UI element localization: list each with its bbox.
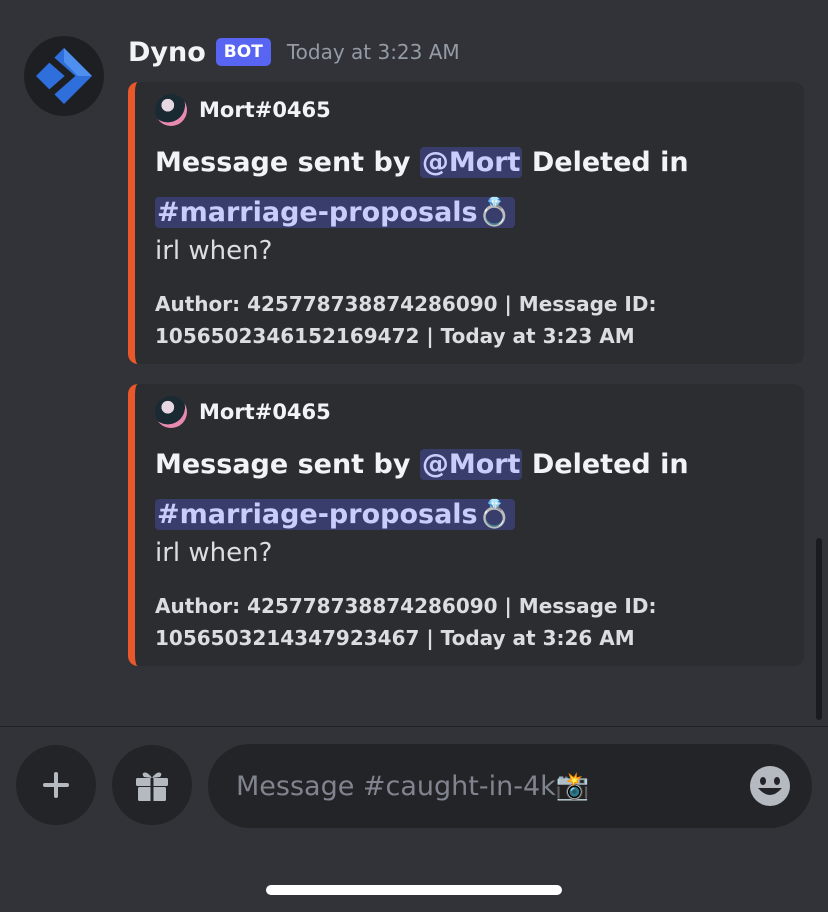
channel-mention[interactable]: #marriage-proposals💍 <box>155 499 516 530</box>
channel-mention[interactable]: #marriage-proposals💍 <box>155 197 516 228</box>
message-input[interactable]: Message #caught-in-4k📸 <box>208 744 812 828</box>
embed-title: Message sent by @Mort Deleted in #marria… <box>155 138 795 238</box>
embed-footer: Author: 425778738874286090 | Message ID:… <box>155 288 715 352</box>
footer-line: Author: 425778738874286090 | Message ID: <box>155 594 657 618</box>
embed-card: Mort#0465 Message sent by @Mort Deleted … <box>128 82 804 364</box>
embed-card: Mort#0465 Message sent by @Mort Deleted … <box>128 384 804 666</box>
message-header: Dyno BOT Today at 3:23 AM <box>128 32 460 72</box>
title-prefix: Message sent by <box>155 147 420 178</box>
embed-footer: Author: 425778738874286090 | Message ID:… <box>155 590 715 654</box>
emoji-icon[interactable] <box>748 764 792 808</box>
input-placeholder: Message #caught-in-4k📸 <box>236 771 590 802</box>
embed-author: Mort#0465 <box>155 396 331 428</box>
message-timestamp: Today at 3:23 AM <box>286 40 460 64</box>
embed-author: Mort#0465 <box>155 94 331 126</box>
author-avatar <box>155 396 187 428</box>
author-name: Mort#0465 <box>199 98 331 122</box>
footer-line: Author: 425778738874286090 | Message ID: <box>155 292 657 316</box>
title-middle: Deleted in <box>522 449 689 480</box>
embed-description: irl when? <box>155 538 273 568</box>
footer-line: 1056502346152169472 | Today at 3:23 AM <box>155 324 635 348</box>
gift-icon <box>136 772 168 801</box>
message-composer: Message #caught-in-4k📸 <box>0 727 828 912</box>
user-mention[interactable]: @Mort <box>419 147 523 178</box>
title-prefix: Message sent by <box>155 449 420 480</box>
author-name: Mort#0465 <box>199 400 331 424</box>
dyno-avatar[interactable] <box>24 36 104 116</box>
chat-screen: Dyno BOT Today at 3:23 AM Mort#0465 Mess… <box>0 0 828 912</box>
embed-title: Message sent by @Mort Deleted in #marria… <box>155 440 795 540</box>
home-indicator[interactable] <box>266 885 562 895</box>
scrollbar-thumb[interactable] <box>816 538 822 720</box>
plus-icon <box>43 772 69 798</box>
username[interactable]: Dyno <box>128 37 206 68</box>
attach-button[interactable] <box>16 745 96 825</box>
author-avatar <box>155 94 187 126</box>
user-mention[interactable]: @Mort <box>419 449 523 480</box>
embed-description: irl when? <box>155 236 273 266</box>
footer-line: 1056503214347923467 | Today at 3:26 AM <box>155 626 635 650</box>
gift-button[interactable] <box>112 745 192 825</box>
dyno-logo-icon <box>36 48 92 104</box>
bot-badge: BOT <box>215 38 271 66</box>
title-middle: Deleted in <box>522 147 689 178</box>
